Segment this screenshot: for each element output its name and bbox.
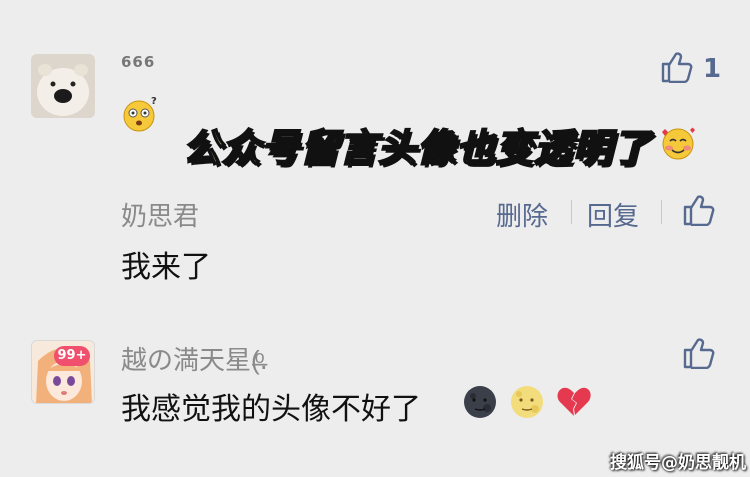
comment-3-content: 我感觉我的头像不好了 (121, 392, 421, 427)
delete-button[interactable]: 删除 (496, 196, 548, 233)
overlay-caption: 公众号留言头像也变透明了 (182, 125, 652, 171)
thumbs-up-icon[interactable] (682, 337, 716, 369)
svg-text:?: ? (151, 96, 157, 107)
comment-2-username: 奶思君 (121, 202, 200, 232)
notification-badge: 99+ (54, 346, 90, 366)
comment-2-content: 我来了 (121, 250, 211, 285)
thumbs-up-icon[interactable] (682, 194, 716, 226)
comment-3-username: 越の満天星(̶̶ͦ. (121, 346, 268, 376)
smiling-hearts-emoji (658, 124, 698, 169)
action-separator (661, 200, 662, 224)
action-separator (571, 200, 572, 224)
comment-1-username: 666 (121, 53, 156, 71)
reply-button[interactable]: 回复 (587, 196, 639, 233)
dizzy-face-emoji: ? (121, 94, 161, 139)
avatar-polar-bear[interactable] (31, 54, 95, 118)
full-moon-face-emoji (507, 382, 547, 427)
broken-heart-emoji (554, 382, 594, 427)
like-count: 1 (703, 54, 722, 84)
thumbs-up-icon[interactable] (660, 51, 694, 83)
avatar-anime-girl[interactable]: 99+ (31, 340, 95, 404)
new-moon-face-emoji (460, 382, 500, 427)
watermark: 搜狐号@奶思靓机 (610, 453, 746, 473)
